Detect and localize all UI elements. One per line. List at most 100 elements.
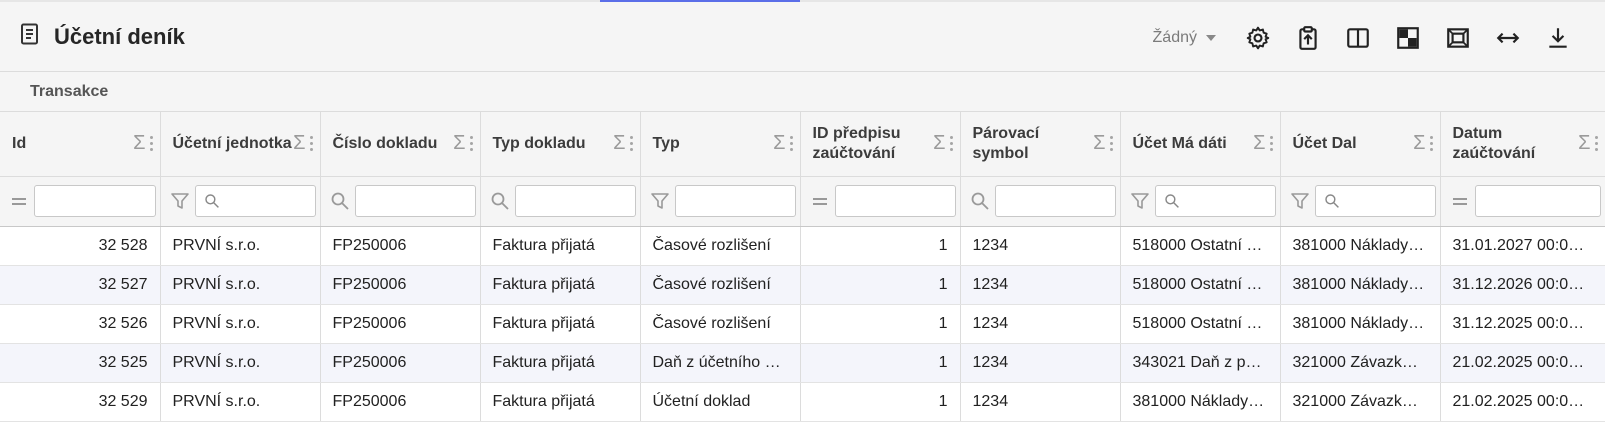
table-row[interactable]: 32 529 PRVNÍ s.r.o. FP250006 Faktura přijat…	[0, 382, 1605, 422]
column-menu-icon[interactable]	[949, 136, 954, 152]
filter-operator-button[interactable]	[169, 190, 191, 212]
grid-body: 32 528 PRVNÍ s.r.o. FP250006 Faktura přijat…	[0, 226, 1605, 422]
sigma-icon[interactable]: Σ	[773, 132, 785, 155]
filter-input[interactable]	[674, 185, 796, 217]
column-header[interactable]: Účet Dal Σ	[1280, 112, 1441, 177]
cell-pair: 1234	[960, 343, 1121, 383]
cell-debit[interactable]: 381000 Náklady…	[1120, 382, 1281, 422]
tab-transakce[interactable]: Transakce	[30, 83, 108, 101]
cell-doctype: Faktura přijatá	[480, 343, 641, 383]
header-row: Id Σ Účetní jednotka Σ Číslo dokladu Σ Typ dok…	[0, 112, 1605, 177]
column-menu-icon[interactable]	[149, 136, 154, 152]
cell-type: Časové rozlišení	[640, 304, 801, 344]
filter-operator-button[interactable]	[489, 190, 511, 212]
filter-operator-button[interactable]	[649, 190, 671, 212]
filter-input[interactable]	[1154, 185, 1276, 217]
view-select[interactable]: Žádný	[1153, 29, 1217, 47]
cell-unit[interactable]: PRVNÍ s.r.o.	[160, 226, 321, 266]
column-menu-icon[interactable]	[629, 136, 634, 152]
sigma-icon[interactable]: Σ	[933, 132, 945, 155]
column-header[interactable]: Párovací symbol Σ	[960, 112, 1121, 177]
filter-operator-button[interactable]	[809, 190, 831, 212]
sigma-icon[interactable]: Σ	[453, 132, 465, 155]
sigma-icon[interactable]: Σ	[1253, 132, 1265, 155]
column-menu-icon[interactable]	[1429, 136, 1434, 152]
journal-grid: Id Σ Účetní jednotka Σ Číslo dokladu Σ Typ dok…	[0, 112, 1605, 422]
table-row[interactable]: 32 527 PRVNÍ s.r.o. FP250006 Faktura přijat…	[0, 265, 1605, 305]
filter-operator-button[interactable]	[1289, 190, 1311, 212]
cell-id: 32 529	[0, 382, 161, 422]
filter-row	[0, 176, 1605, 227]
filter-input[interactable]	[1314, 185, 1436, 217]
cell-unit[interactable]: PRVNÍ s.r.o.	[160, 382, 321, 422]
table-row[interactable]: 32 528 PRVNÍ s.r.o. FP250006 Faktura přijat…	[0, 226, 1605, 266]
column-header[interactable]: Id Σ	[0, 112, 161, 177]
sigma-icon[interactable]: Σ	[1578, 132, 1590, 155]
column-filter	[480, 176, 641, 227]
autosize-columns-button[interactable]	[1483, 22, 1533, 54]
column-header[interactable]: Datum zaúčtování Σ	[1440, 112, 1605, 177]
export-clipboard-button[interactable]	[1283, 22, 1333, 54]
column-header[interactable]: ID předpisu zaúčtování Σ	[800, 112, 961, 177]
filter-input[interactable]	[1474, 185, 1601, 217]
cell-credit[interactable]: 381000 Náklady…	[1280, 226, 1441, 266]
clipboard-upload-icon	[1299, 26, 1317, 50]
view-select-value: Žádný	[1152, 29, 1197, 46]
sigma-icon[interactable]: Σ	[1413, 132, 1425, 155]
column-filter	[0, 176, 161, 227]
toolbar: Žádný	[1153, 22, 1583, 54]
table-row[interactable]: 32 526 PRVNÍ s.r.o. FP250006 Faktura přijat…	[0, 304, 1605, 344]
download-button[interactable]	[1533, 22, 1583, 54]
cell-pair: 1234	[960, 265, 1121, 305]
filter-input[interactable]	[194, 185, 316, 217]
column-header[interactable]: Číslo dokladu Σ	[320, 112, 481, 177]
cell-debit[interactable]: 518000 Ostatní …	[1120, 265, 1281, 305]
cell-type: Daň z účetního …	[640, 343, 801, 383]
cell-credit[interactable]: 321000 Závazk…	[1280, 343, 1441, 383]
cell-debit[interactable]: 518000 Ostatní …	[1120, 226, 1281, 266]
cell-unit[interactable]: PRVNÍ s.r.o.	[160, 343, 321, 383]
column-header[interactable]: Typ dokladu Σ	[480, 112, 641, 177]
column-menu-icon[interactable]	[1269, 136, 1274, 152]
fit-screen-button[interactable]	[1433, 22, 1483, 54]
filter-operator-button[interactable]	[329, 190, 351, 212]
sigma-icon[interactable]: Σ	[1093, 132, 1105, 155]
column-header-label: Id	[12, 134, 27, 152]
settings-button[interactable]	[1233, 22, 1283, 54]
column-menu-icon[interactable]	[309, 136, 314, 152]
filter-operator-button[interactable]	[1449, 190, 1471, 212]
cell-unit[interactable]: PRVNÍ s.r.o.	[160, 265, 321, 305]
cell-doc: FP250006	[320, 304, 481, 344]
cell-id: 32 525	[0, 343, 161, 383]
filter-input[interactable]	[834, 185, 956, 217]
cell-debit[interactable]: 518000 Ostatní …	[1120, 304, 1281, 344]
column-filter	[1120, 176, 1281, 227]
sigma-icon[interactable]: Σ	[293, 132, 305, 155]
filter-operator-button[interactable]	[969, 190, 991, 212]
cell-credit[interactable]: 381000 Náklady…	[1280, 304, 1441, 344]
table-row[interactable]: 32 525 PRVNÍ s.r.o. FP250006 Faktura přijat…	[0, 343, 1605, 383]
filter-operator-button[interactable]	[8, 190, 30, 212]
cell-pair: 1234	[960, 304, 1121, 344]
cell-unit[interactable]: PRVNÍ s.r.o.	[160, 304, 321, 344]
sigma-icon[interactable]: Σ	[133, 132, 145, 155]
filter-input[interactable]	[34, 185, 156, 217]
filter-input[interactable]	[354, 185, 476, 217]
sigma-icon[interactable]: Σ	[613, 132, 625, 155]
split-view-button[interactable]	[1333, 22, 1383, 54]
column-menu-icon[interactable]	[469, 136, 474, 152]
filter-input[interactable]	[514, 185, 636, 217]
column-header[interactable]: Typ Σ	[640, 112, 801, 177]
density-button[interactable]	[1383, 22, 1433, 54]
cell-id: 32 526	[0, 304, 161, 344]
column-header[interactable]: Účetní jednotka Σ	[160, 112, 321, 177]
column-menu-icon[interactable]	[1109, 136, 1114, 152]
filter-operator-button[interactable]	[1129, 190, 1151, 212]
filter-input[interactable]	[994, 185, 1116, 217]
column-menu-icon[interactable]	[789, 136, 794, 152]
column-header[interactable]: Účet Má dáti Σ	[1120, 112, 1281, 177]
cell-credit[interactable]: 321000 Závazk…	[1280, 382, 1441, 422]
column-menu-icon[interactable]	[1594, 136, 1599, 152]
cell-credit[interactable]: 381000 Náklady…	[1280, 265, 1441, 305]
cell-debit[interactable]: 343021 Daň z p…	[1120, 343, 1281, 383]
